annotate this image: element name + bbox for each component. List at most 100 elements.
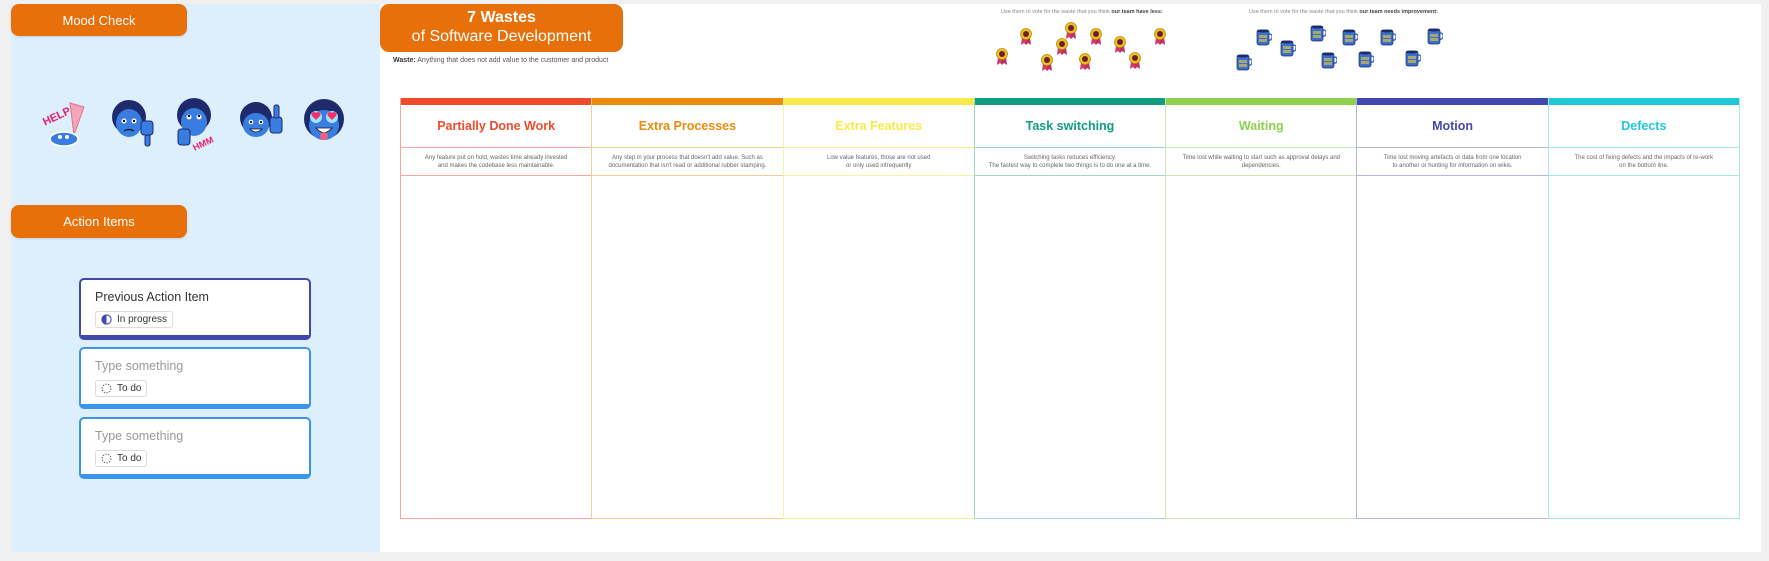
- waste-definition-text: Anything that does not add value to the …: [417, 57, 609, 64]
- column-description: Any step in your process that doesn't ad…: [592, 148, 783, 176]
- mug-icon[interactable]: [1280, 39, 1297, 57]
- column-title: Waiting: [1166, 105, 1357, 148]
- action-item-title[interactable]: Type something: [95, 359, 295, 373]
- column-title: Motion: [1357, 105, 1548, 148]
- column-color-bar: [974, 98, 1166, 105]
- mood-check-label: Mood Check: [62, 12, 136, 28]
- column-description-line: Any feature put on hold, wastes time alr…: [424, 154, 568, 161]
- mug-icon[interactable]: [1358, 50, 1375, 68]
- action-items-label: Action Items: [63, 214, 135, 229]
- status-badge[interactable]: To do: [95, 450, 148, 467]
- mug-icon[interactable]: [1310, 24, 1327, 42]
- action-item-card[interactable]: Type something To do: [79, 347, 311, 409]
- hmm-text: HMM: [191, 135, 215, 151]
- status-label: In progress: [117, 314, 168, 325]
- column-description-line: or only used infrequently: [846, 162, 912, 169]
- award-badge-icon[interactable]: [1113, 36, 1127, 54]
- action-item-title[interactable]: Type something: [95, 429, 295, 443]
- column-description-line: and makes the codebase less maintainable…: [437, 162, 555, 169]
- column-description-line: Low value features, those are not used: [827, 154, 931, 161]
- waste-column[interactable]: Motion Time lost moving artefacts or data…: [1356, 98, 1548, 519]
- waste-column[interactable]: Extra Features Low value features, those …: [782, 98, 974, 519]
- action-item-card[interactable]: Type something To do: [79, 417, 311, 479]
- award-badge-icon[interactable]: [1064, 22, 1078, 40]
- award-badge-icon[interactable]: [1040, 54, 1054, 72]
- waste-column[interactable]: Waiting Time lost while waiting to start …: [1165, 98, 1357, 519]
- column-description: Any feature put on hold, wastes time alr…: [401, 148, 592, 176]
- thumbs-up-sticker[interactable]: [232, 95, 288, 151]
- mug-icon[interactable]: [1256, 28, 1273, 46]
- column-description-line: Time lost while waiting to start such as…: [1182, 154, 1341, 161]
- status-label: To do: [117, 453, 142, 464]
- column-description: The cost of fixing defects and the impac…: [1548, 148, 1739, 176]
- todo-icon: [101, 383, 112, 394]
- column-title: Task switching: [974, 105, 1166, 148]
- column-description-line: Time lost moving artefacts or data from …: [1383, 154, 1522, 161]
- action-item-card[interactable]: Previous Action Item In progress: [79, 278, 311, 340]
- thumbs-down-sticker[interactable]: [104, 95, 160, 151]
- column-description: Low value features, those are not used or…: [783, 148, 974, 176]
- column-color-bar: [783, 98, 974, 105]
- waste-column[interactable]: Task switching Switching tasks reduces ef…: [973, 98, 1166, 519]
- action-items-header[interactable]: Action Items: [11, 205, 187, 238]
- help-ice-cream-sticker[interactable]: HELP: [40, 95, 96, 151]
- award-badge-icon[interactable]: [995, 48, 1009, 66]
- column-title: Extra Processes: [592, 105, 783, 148]
- mood-check-header[interactable]: Mood Check: [11, 4, 187, 36]
- column-title: Partially Done Work: [401, 105, 592, 148]
- action-item-title[interactable]: Previous Action Item: [95, 290, 295, 304]
- award-badge-icon[interactable]: [1055, 38, 1069, 56]
- award-badge-icon[interactable]: [1078, 53, 1092, 71]
- in-progress-icon: [101, 314, 112, 325]
- column-description-line: to another or hunting for information on…: [1392, 162, 1513, 169]
- mug-icon[interactable]: [1342, 28, 1359, 46]
- status-label: To do: [117, 383, 142, 394]
- mug-vote-note: Use them to vote for the waste that you …: [1249, 9, 1438, 15]
- award-badge-icon[interactable]: [1128, 52, 1142, 70]
- column-description-line: on the bottom line.: [1619, 162, 1669, 169]
- column-color-bar: [401, 98, 592, 105]
- wastes-columns: Partially Done Work Any feature put on ho…: [400, 98, 1740, 519]
- column-description-line: Any step in your process that doesn't ad…: [611, 154, 763, 161]
- todo-icon: [101, 453, 112, 464]
- column-color-bar: [1166, 98, 1357, 105]
- page-title: 7 Wastes: [467, 9, 536, 26]
- mug-icon[interactable]: [1236, 53, 1253, 71]
- column-color-bar: [592, 98, 783, 105]
- waste-label: Waste:: [393, 57, 416, 64]
- help-text: HELP: [41, 105, 73, 128]
- award-badge-icon[interactable]: [1089, 28, 1103, 46]
- status-badge[interactable]: To do: [95, 380, 148, 397]
- mug-vote-note-bold: our team needs improvement:: [1359, 9, 1438, 15]
- mug-icon[interactable]: [1427, 27, 1444, 45]
- column-description-line: dependencies.: [1241, 162, 1281, 169]
- column-description-line: The fastest way to complete two things i…: [988, 162, 1152, 169]
- award-badge-icon[interactable]: [1153, 28, 1167, 46]
- heart-eyes-sticker[interactable]: [296, 95, 352, 151]
- column-color-bar: [1357, 98, 1548, 105]
- award-badge-icon[interactable]: [1019, 28, 1033, 46]
- column-title: Extra Features: [783, 105, 974, 148]
- mug-vote-note-text: Use them to vote for the waste that you …: [1249, 9, 1360, 15]
- mug-icon[interactable]: [1405, 49, 1422, 67]
- column-description-line: The cost of fixing defects and the impac…: [1574, 154, 1714, 161]
- mug-icon[interactable]: [1321, 51, 1338, 69]
- column-color-bar: [1548, 98, 1739, 105]
- page-subtitle: of Software Development: [411, 28, 592, 45]
- status-badge[interactable]: In progress: [95, 311, 174, 328]
- waste-column[interactable]: Extra Processes Any step in your process …: [591, 98, 783, 519]
- column-title: Defects: [1548, 105, 1739, 148]
- column-description-line: documentation that isn't read or additio…: [608, 162, 767, 169]
- badge-vote-note-bold: our team have less:: [1111, 9, 1163, 15]
- badge-vote-note-text: Use them to vote for the waste that you …: [1001, 9, 1112, 15]
- column-description: Time lost moving artefacts or data from …: [1357, 148, 1548, 176]
- mood-stickers: HELP HMM: [40, 95, 360, 155]
- hmm-thinking-sticker[interactable]: HMM: [168, 95, 224, 153]
- mug-icon[interactable]: [1380, 28, 1397, 46]
- column-description-line: Switching tasks reduces efficiency.: [1023, 154, 1117, 161]
- column-description: Time lost while waiting to start such as…: [1166, 148, 1357, 176]
- column-description: Switching tasks reduces efficiency. The f…: [974, 148, 1166, 176]
- waste-definition: Waste: Anything that does not add value …: [393, 57, 608, 64]
- waste-column[interactable]: Partially Done Work Any feature put on ho…: [400, 98, 592, 519]
- waste-column[interactable]: Defects The cost of fixing defects and th…: [1547, 98, 1740, 519]
